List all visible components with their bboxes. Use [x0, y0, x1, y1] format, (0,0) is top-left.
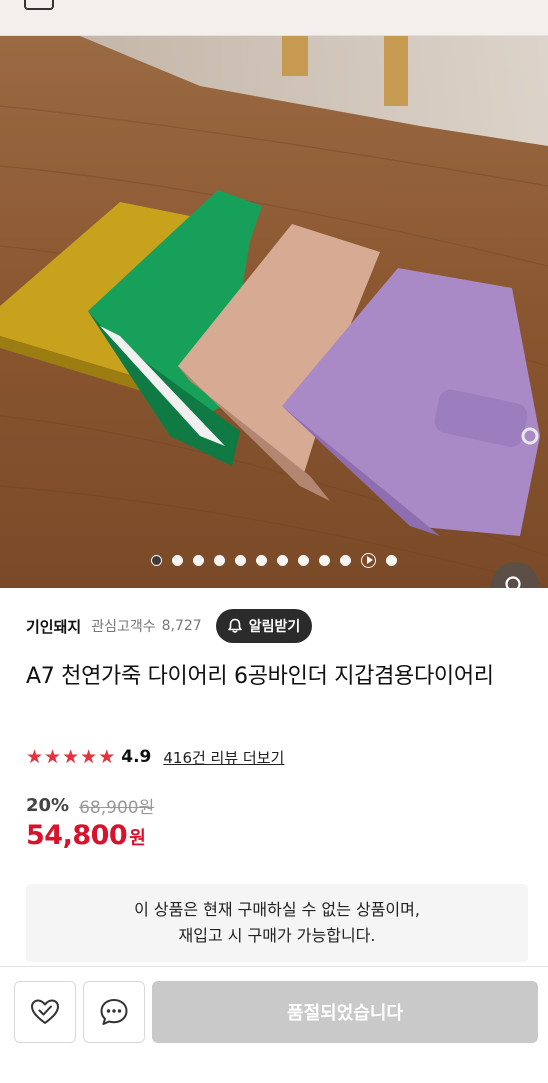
seller-name[interactable]: 기인돼지 — [26, 616, 81, 637]
unavailable-notice: 이 상품은 현재 구매하실 수 없는 상품이며, 재입고 시 구매가 가능합니다… — [26, 884, 528, 962]
gallery-dot[interactable] — [172, 554, 183, 566]
seller-row: 기인돼지 관심고객수 8,727 알림받기 — [26, 606, 526, 646]
original-price: 68,900원 — [79, 797, 155, 818]
soldout-button[interactable]: 품절되었습니다 — [152, 981, 538, 1043]
gallery-pagination — [0, 550, 548, 570]
gallery-dot[interactable] — [151, 554, 162, 566]
star-icon: ★ — [26, 745, 44, 768]
rating-stars: ★ ★ ★ ★ ★ — [26, 745, 116, 768]
gallery-dot[interactable] — [319, 554, 330, 566]
price-row-sale: 54,800 원 — [26, 820, 146, 856]
gallery-dot[interactable] — [277, 554, 288, 566]
discount-rate: 20% — [26, 794, 70, 816]
rating-value: 4.9 — [121, 747, 152, 767]
magnifier-icon — [505, 576, 521, 588]
gallery-dot[interactable] — [193, 554, 204, 566]
back-icon[interactable] — [24, 0, 54, 10]
star-icon: ★ — [80, 745, 98, 768]
notice-line-2: 재입고 시 구매가 가능합니다. — [178, 926, 376, 945]
notice-line-1: 이 상품은 현재 구매하실 수 없는 상품이며, — [134, 900, 420, 919]
favorite-label: 관심고객수 — [91, 619, 156, 635]
gallery-dot[interactable] — [386, 554, 397, 566]
gallery-dot[interactable] — [235, 554, 246, 566]
gallery-dot[interactable] — [298, 554, 309, 566]
product-image[interactable] — [0, 36, 548, 588]
star-icon: ★ — [44, 745, 62, 768]
wishlist-button[interactable] — [14, 981, 76, 1043]
video-play-dot[interactable] — [361, 552, 376, 568]
alarm-label: 알림받기 — [248, 619, 301, 635]
currency-unit: 원 — [129, 828, 146, 849]
rating-row: ★ ★ ★ ★ ★ 4.9 416건 리뷰 더보기 — [26, 742, 284, 772]
product-photo — [0, 36, 548, 588]
gallery-dot[interactable] — [256, 554, 267, 566]
gallery-dot[interactable] — [214, 554, 225, 566]
sale-price: 54,800 — [26, 820, 128, 851]
bottom-action-bar: 품절되었습니다 — [0, 966, 548, 1083]
favorite-count: 8,727 — [161, 618, 202, 634]
bell-plus-icon — [227, 618, 242, 633]
star-icon: ★ — [98, 745, 116, 768]
price-row-original: 20% 68,900원 — [26, 792, 154, 818]
product-title: A7 천연가죽 다이어리 6공바인더 지갑겸용다이어리 — [26, 664, 494, 689]
review-link[interactable]: 416건 리뷰 더보기 — [163, 747, 284, 768]
alarm-button[interactable]: 알림받기 — [215, 609, 313, 643]
chat-button[interactable] — [83, 981, 145, 1043]
top-bar — [0, 0, 548, 36]
heart-check-icon — [31, 999, 59, 1024]
star-icon: ★ — [62, 745, 80, 768]
chat-bubble-icon — [100, 999, 128, 1025]
gallery-dot[interactable] — [340, 554, 351, 566]
